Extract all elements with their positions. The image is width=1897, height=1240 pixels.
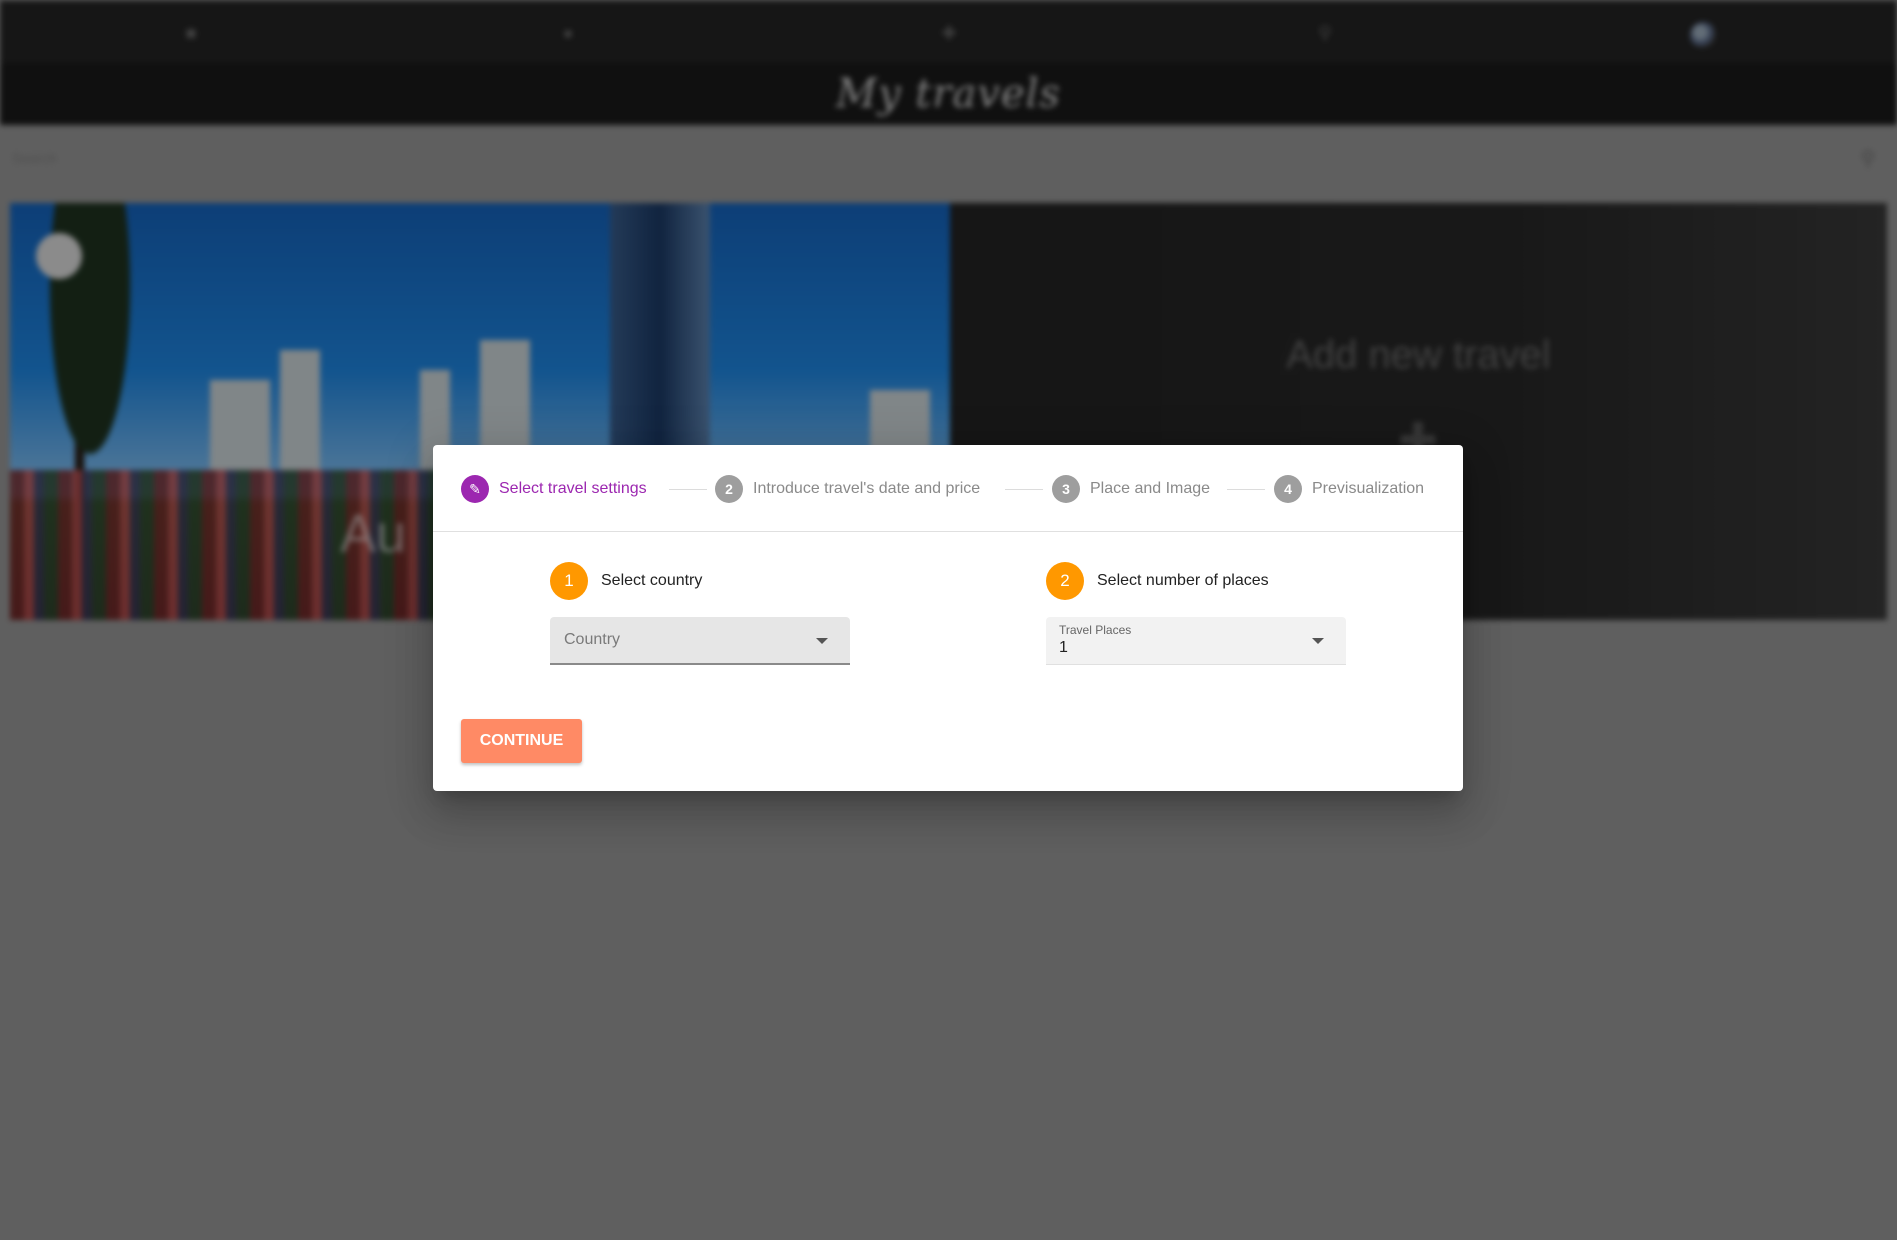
step-label: Introduce travel's date and price	[753, 480, 981, 497]
dropdown-arrow-icon[interactable]	[816, 638, 828, 644]
step-place-and-image[interactable]: 3 Place and Image	[1052, 475, 1210, 503]
stepper-body: 1 Select country 2 Select number of plac…	[433, 532, 1463, 791]
travel-places-label: Travel Places	[1059, 623, 1132, 637]
places-step-label: Select number of places	[1097, 572, 1269, 589]
step-connector	[1005, 489, 1043, 490]
step-number: 2	[1046, 562, 1084, 600]
continue-button[interactable]: CONTINUE	[461, 719, 582, 763]
step-label: Select travel settings	[499, 480, 647, 497]
step-previsualization[interactable]: 4 Previsualization	[1274, 475, 1424, 503]
travel-places-select[interactable]: Travel Places 1	[1046, 617, 1346, 665]
step-number: 1	[550, 562, 588, 600]
country-select[interactable]: Country	[550, 617, 850, 665]
stepper-header: ✎ Select travel settings 2 Introduce tra…	[433, 445, 1463, 532]
step-number: 2	[715, 475, 743, 503]
country-select-placeholder: Country	[564, 631, 621, 648]
step-number: 4	[1274, 475, 1302, 503]
country-step: 1 Select country	[550, 562, 702, 600]
places-step: 2 Select number of places	[1046, 562, 1269, 600]
step-label: Previsualization	[1312, 480, 1425, 497]
step-select-travel-settings[interactable]: ✎ Select travel settings	[461, 475, 647, 503]
new-travel-dialog: ✎ Select travel settings 2 Introduce tra…	[433, 445, 1463, 791]
step-date-and-price[interactable]: 2 Introduce travel's date and price	[715, 475, 980, 503]
step-connector	[669, 489, 707, 490]
travel-places-value: 1	[1059, 639, 1068, 656]
step-number: 3	[1052, 475, 1080, 503]
step-label: Place and Image	[1090, 480, 1211, 497]
dropdown-arrow-icon[interactable]	[1312, 638, 1324, 644]
step-connector	[1227, 489, 1265, 490]
edit-icon: ✎	[461, 475, 489, 503]
country-step-label: Select country	[601, 572, 703, 589]
